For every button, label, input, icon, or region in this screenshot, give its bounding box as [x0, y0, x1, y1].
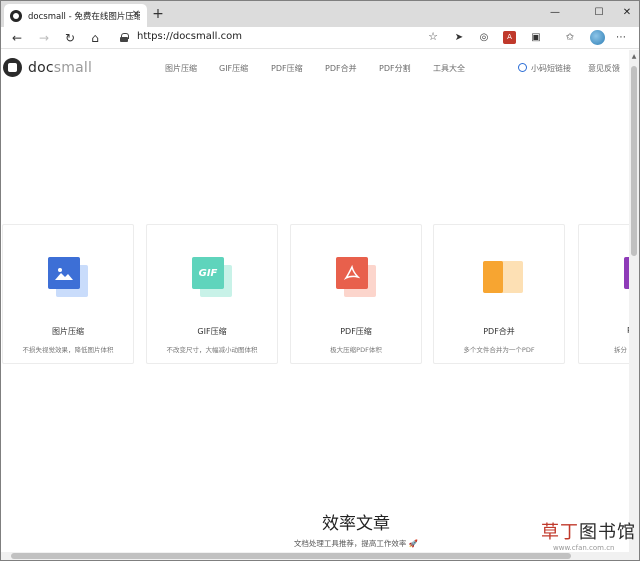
minimize-button[interactable]: —: [547, 5, 563, 21]
card-desc: 不改变尺寸，大幅减小动图体积: [166, 346, 258, 354]
nav-pdf-compress[interactable]: PDF压缩: [271, 63, 303, 74]
card-pdf-merge[interactable]: PDF合并 多个文件合并为一个PDF: [433, 224, 565, 364]
refresh-icon[interactable]: ↻: [62, 30, 78, 46]
card-image-compress[interactable]: 图片压缩 不损失视觉效果，降低图片体积: [2, 224, 134, 364]
new-tab-button[interactable]: +: [151, 7, 165, 21]
scroll-up-icon[interactable]: ▲: [629, 52, 639, 62]
horizontal-scroll-thumb[interactable]: [11, 553, 571, 559]
url-text[interactable]: https://docsmall.com: [137, 31, 242, 42]
extension-badge-icon[interactable]: A: [503, 31, 516, 44]
logo-doc: doc: [28, 60, 54, 76]
extension-circle-icon[interactable]: ◎: [476, 30, 492, 46]
nav-image-compress[interactable]: 图片压缩: [165, 63, 197, 74]
close-window-button[interactable]: ✕: [619, 5, 635, 21]
address-bar[interactable]: https://docsmall.com ☆: [110, 28, 444, 47]
pdf-icon: [336, 257, 368, 289]
watermark-dark: 图书馆: [579, 522, 636, 543]
nav-pdf-split[interactable]: PDF分割: [379, 63, 411, 74]
home-icon[interactable]: ⌂: [87, 30, 103, 46]
back-arrow-icon[interactable]: ←: [9, 30, 25, 46]
watermark: 草丁图书馆 www.cfan.com.cn: [541, 518, 636, 556]
section-subtitle: 文档处理工具推荐，提高工作效率 🚀: [293, 539, 419, 548]
favorites-icon[interactable]: ✩: [562, 30, 578, 46]
card-title: 图片压缩: [52, 327, 84, 336]
nav-gif-compress[interactable]: GIF压缩: [219, 63, 248, 74]
puzzle-icon: [483, 261, 503, 293]
tab-strip: docsmall - 免费在线图片压缩、G ✕ + — ☐ ✕: [1, 1, 639, 27]
card-desc: 多个文件合并为一个PDF: [463, 346, 535, 354]
star-icon[interactable]: ☆: [428, 30, 438, 43]
extension-cursor-icon[interactable]: ➤: [451, 30, 467, 46]
forward-arrow-icon[interactable]: →: [36, 30, 52, 46]
card-pdf-compress[interactable]: PDF压缩 极大压缩PDF体积: [290, 224, 422, 364]
watermark-title: 草丁图书馆: [541, 518, 636, 544]
site-logo[interactable]: docsmall: [28, 60, 92, 76]
card-gif-compress[interactable]: GIF GIF压缩 不改变尺寸，大幅减小动图体积: [146, 224, 278, 364]
section-title: 效率文章: [322, 514, 390, 534]
tab-title: docsmall - 免费在线图片压缩、G: [28, 11, 140, 22]
tab-close-icon[interactable]: ✕: [130, 9, 142, 21]
short-link-icon[interactable]: [518, 63, 527, 72]
profile-avatar[interactable]: [590, 30, 605, 45]
maximize-button[interactable]: ☐: [591, 5, 607, 21]
nav-feedback[interactable]: 意见反馈: [588, 63, 620, 74]
watermark-url: www.cfan.com.cn: [553, 544, 615, 552]
card-title: PDF压缩: [340, 327, 372, 336]
logo-small: small: [53, 60, 93, 76]
card-desc: 拆分: [614, 346, 627, 354]
active-tab[interactable]: docsmall - 免费在线图片压缩、G ✕: [4, 4, 147, 27]
nav-pdf-merge[interactable]: PDF合并: [325, 63, 357, 74]
card-desc: 不损失视觉效果，降低图片体积: [22, 346, 114, 354]
card-title: PDF合并: [483, 327, 515, 336]
image-icon: [48, 257, 80, 289]
nav-short-link[interactable]: 小码短链接: [531, 63, 571, 74]
watermark-red: 草丁: [541, 522, 579, 543]
vertical-scroll-thumb[interactable]: [631, 66, 637, 256]
browser-window: docsmall - 免费在线图片压缩、G ✕ + — ☐ ✕ ← → ↻ ⌂ …: [0, 0, 640, 561]
card-title: GIF压缩: [197, 327, 227, 336]
vertical-scrollbar[interactable]: ▲: [629, 50, 639, 552]
browser-toolbar: ← → ↻ ⌂ https://docsmall.com ☆ ➤ ◎ A ▣ ✩…: [1, 27, 639, 49]
favicon-icon: [10, 9, 22, 22]
extension-tab-icon[interactable]: ▣: [528, 30, 544, 46]
card-pdf-split[interactable]: P 拆分: [578, 224, 629, 364]
page-content: docsmall 图片压缩 GIF压缩 PDF压缩 PDF合并 PDF分割 工具…: [1, 50, 629, 552]
card-desc: 极大压缩PDF体积: [330, 346, 382, 354]
gif-icon: GIF: [192, 257, 224, 289]
more-icon[interactable]: ⋯: [613, 30, 629, 46]
nav-tools[interactable]: 工具大全: [433, 63, 465, 74]
lock-icon[interactable]: [120, 33, 129, 42]
logo-icon[interactable]: [3, 58, 22, 77]
